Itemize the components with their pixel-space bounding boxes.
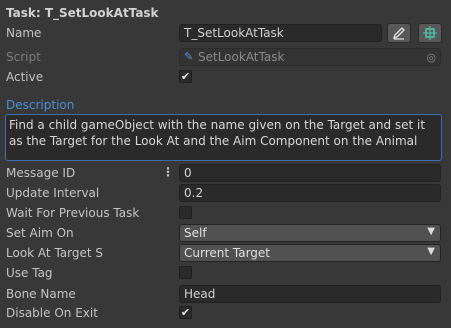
bone-name-label: Bone Name	[6, 287, 76, 301]
look-at-target-label: Look At Target S	[6, 246, 103, 260]
object-picker-icon[interactable]: ◎	[426, 51, 436, 64]
script-row: Script SetLookAtTask ◎ ✎	[0, 47, 451, 67]
active-checkbox[interactable]: ✔	[179, 70, 192, 83]
active-label: Active	[6, 70, 44, 84]
wait-for-previous-row: Wait For Previous Task	[0, 203, 451, 223]
task-title: Task: T_SetLookAtTask	[6, 6, 159, 20]
active-row: Active ✔	[0, 67, 451, 87]
name-field[interactable]: T_SetLookAtTask	[179, 24, 382, 42]
description-label: Description	[6, 98, 75, 112]
select-object-button[interactable]	[418, 23, 442, 43]
pencil-icon	[392, 27, 405, 40]
wait-for-previous-label: Wait For Previous Task	[6, 206, 140, 220]
set-aim-on-row: Set Aim On Self ▼	[0, 223, 451, 243]
message-id-field[interactable]: 0	[179, 164, 441, 182]
script-icon: ✎	[184, 50, 194, 63]
look-at-target-dropdown[interactable]: Current Target ▼	[179, 244, 441, 262]
disable-on-exit-label: Disable On Exit	[6, 306, 98, 320]
name-row: Name T_SetLookAtTask	[0, 23, 451, 43]
description-textarea[interactable]: Find a child gameObject with the name gi…	[5, 114, 442, 161]
use-tag-row: Use Tag	[0, 263, 451, 283]
script-value: SetLookAtTask	[198, 50, 285, 64]
set-aim-on-dropdown[interactable]: Self ▼	[179, 224, 441, 242]
use-tag-label: Use Tag	[6, 266, 53, 280]
update-interval-field[interactable]: 0.2	[179, 184, 441, 202]
name-label: Name	[6, 26, 42, 40]
chevron-down-icon: ▼	[427, 246, 435, 257]
chevron-down-icon: ▼	[427, 226, 435, 237]
look-at-target-row: Look At Target S Current Target ▼	[0, 243, 451, 263]
select-object-icon	[423, 26, 437, 40]
set-aim-on-value: Self	[184, 226, 207, 240]
edit-button[interactable]	[387, 23, 411, 43]
look-at-target-value: Current Target	[184, 246, 271, 260]
wait-for-previous-checkbox[interactable]	[179, 206, 192, 219]
disable-on-exit-row: Disable On Exit ✔	[0, 303, 451, 323]
message-id-row: Message ID ⋮ 0	[0, 163, 451, 183]
bone-name-row: Bone Name Head	[0, 284, 451, 304]
use-tag-checkbox[interactable]	[179, 266, 192, 279]
task-inspector-panel: Task: T_SetLookAtTask Name T_SetLookAtTa…	[0, 0, 451, 328]
set-aim-on-label: Set Aim On	[6, 226, 74, 240]
message-id-label: Message ID	[6, 166, 76, 180]
update-interval-row: Update Interval 0.2	[0, 183, 451, 203]
script-field: SetLookAtTask ◎	[179, 48, 441, 66]
script-label: Script	[6, 50, 41, 64]
kebab-menu-icon[interactable]: ⋮	[162, 165, 174, 179]
bone-name-field[interactable]: Head	[179, 285, 441, 303]
update-interval-label: Update Interval	[6, 186, 100, 200]
disable-on-exit-checkbox[interactable]: ✔	[179, 306, 192, 319]
